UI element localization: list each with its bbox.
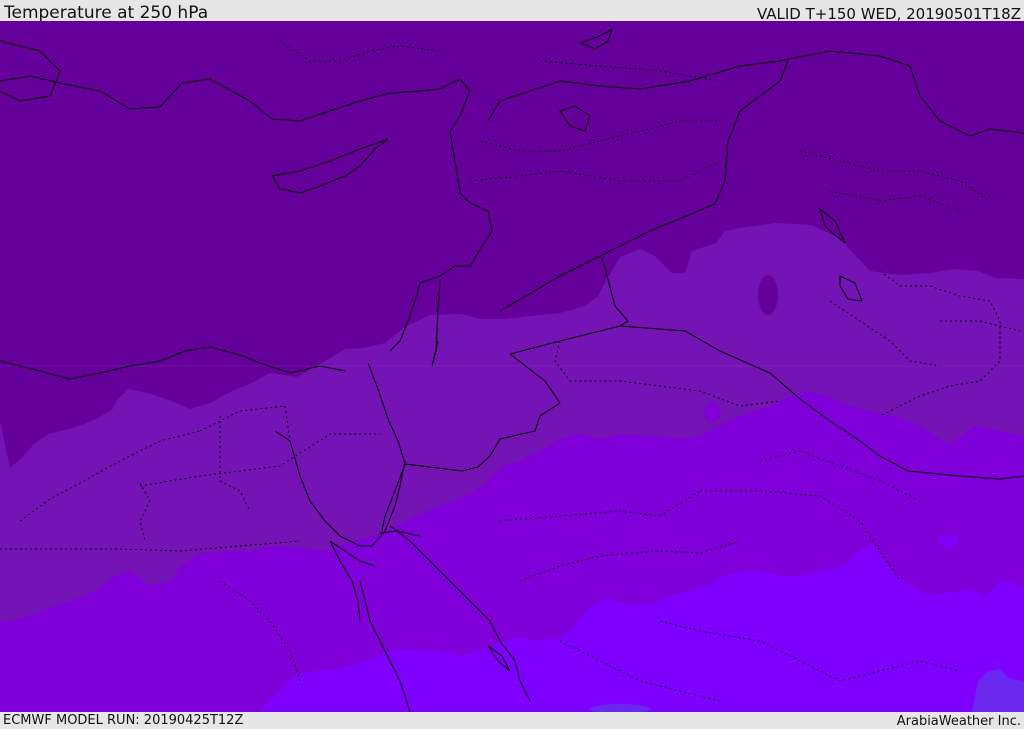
credit-label: ArabiaWeather Inc. [896,714,1021,729]
header-bar: Temperature at 250 hPa VALID T+150 WED, … [0,0,1024,23]
mid-spot [704,402,720,422]
model-run-label: ECMWF MODEL RUN: 20190425T12Z [3,713,244,728]
cold-spot-lake [758,275,778,315]
footer-bar: ECMWF MODEL RUN: 20190425T12Z ArabiaWeat… [0,712,1024,729]
map-canvas [0,21,1024,712]
warm-spot-east [938,535,958,547]
temperature-map[interactable] [0,21,1024,712]
